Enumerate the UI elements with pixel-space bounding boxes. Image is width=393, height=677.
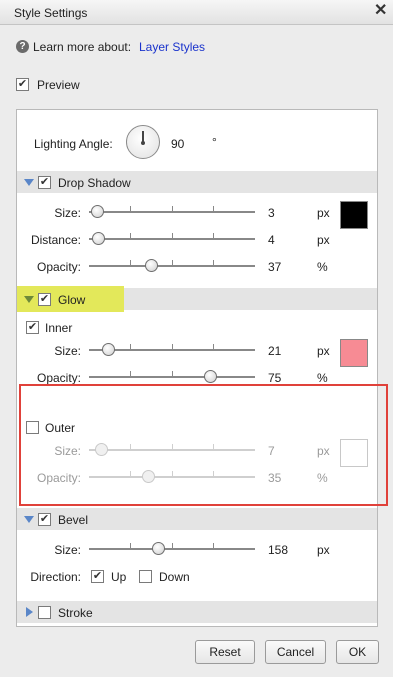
ds-size-label: Size: — [54, 206, 81, 220]
expand-arrow-icon[interactable] — [24, 516, 34, 523]
settings-panel: Lighting Angle: 90 ° Drop Shadow Size: 3… — [16, 109, 378, 627]
slider-tick — [130, 344, 131, 350]
lighting-angle-value[interactable]: 90 — [171, 137, 184, 151]
ds-distance-label: Distance: — [30, 233, 81, 247]
learn-more-text: Learn more about: — [33, 40, 132, 54]
inner-size-unit: px — [317, 344, 330, 358]
ds-distance-value[interactable]: 4 — [268, 233, 275, 247]
direction-up-label: Up — [111, 570, 127, 584]
stroke-header[interactable]: Stroke — [17, 601, 377, 623]
drop-shadow-title: Drop Shadow — [58, 176, 131, 190]
inner-size-value[interactable]: 21 — [268, 344, 281, 358]
inner-opacity-thumb[interactable] — [204, 370, 217, 383]
expand-arrow-icon[interactable] — [24, 179, 34, 186]
degree-symbol: ° — [212, 135, 217, 149]
drop-shadow-header[interactable]: Drop Shadow — [17, 171, 377, 193]
slider-tick — [213, 233, 214, 239]
inner-glow-label: Inner — [45, 321, 73, 335]
stroke-checkbox[interactable] — [38, 606, 51, 619]
direction-down-label: Down — [159, 570, 190, 584]
slider-tick — [130, 206, 131, 212]
ds-size-unit: px — [317, 206, 330, 220]
stroke-title: Stroke — [58, 606, 93, 620]
slider-tick — [172, 371, 173, 377]
inner-opacity-value[interactable]: 75 — [268, 371, 281, 385]
inner-glow-checkbox[interactable] — [26, 321, 39, 334]
inner-opacity-unit: % — [317, 371, 328, 385]
expand-arrow-icon[interactable] — [24, 296, 34, 303]
preview-label: Preview — [37, 78, 80, 92]
slider-tick — [172, 206, 173, 212]
slider-tick — [172, 233, 173, 239]
slider-tick — [213, 260, 214, 266]
slider-tick — [213, 344, 214, 350]
slider-tick — [213, 543, 214, 549]
bevel-size-value[interactable]: 158 — [268, 543, 288, 557]
inner-size-thumb[interactable] — [102, 343, 115, 356]
lighting-angle-label: Lighting Angle: — [34, 137, 113, 151]
ds-size-thumb[interactable] — [91, 205, 104, 218]
ds-distance-unit: px — [317, 233, 330, 247]
ds-opacity-value[interactable]: 37 — [268, 260, 281, 274]
slider-tick — [172, 344, 173, 350]
slider-tick — [172, 260, 173, 266]
slider-tick — [130, 260, 131, 266]
ok-button[interactable]: OK — [336, 640, 379, 664]
direction-down-checkbox[interactable] — [139, 570, 152, 583]
ds-color-swatch[interactable] — [340, 201, 368, 229]
glow-title: Glow — [58, 293, 86, 307]
close-icon[interactable]: ✕ — [374, 2, 387, 20]
ds-opacity-label: Opacity: — [36, 260, 81, 274]
slider-tick — [130, 233, 131, 239]
slider-tick — [213, 206, 214, 212]
bevel-size-thumb[interactable] — [152, 542, 165, 555]
collapse-arrow-icon[interactable] — [26, 607, 33, 617]
layer-styles-link[interactable]: Layer Styles — [139, 40, 205, 54]
ds-opacity-thumb[interactable] — [145, 259, 158, 272]
bevel-title: Bevel — [58, 513, 89, 527]
preview-checkbox[interactable] — [16, 78, 29, 91]
lighting-angle-dial[interactable] — [126, 125, 160, 159]
drop-shadow-checkbox[interactable] — [38, 176, 51, 189]
direction-up-checkbox[interactable] — [91, 570, 104, 583]
help-icon: ? — [16, 40, 29, 53]
inner-glow-color-swatch[interactable] — [340, 339, 368, 367]
window-title: Style Settings — [14, 6, 88, 20]
ds-distance-thumb[interactable] — [92, 232, 105, 245]
bevel-header[interactable]: Bevel — [17, 508, 377, 530]
inner-size-label: Size: — [54, 344, 81, 358]
bevel-direction-label: Direction: — [30, 570, 81, 584]
slider-tick — [130, 371, 131, 377]
inner-opacity-label: Opacity: — [36, 371, 81, 385]
glow-checkbox[interactable] — [38, 293, 51, 306]
ds-size-value[interactable]: 3 — [268, 206, 275, 220]
bevel-size-label: Size: — [54, 543, 81, 557]
annotation-box — [19, 384, 388, 506]
ds-opacity-unit: % — [317, 260, 328, 274]
reset-button[interactable]: Reset — [195, 640, 255, 664]
slider-tick — [172, 543, 173, 549]
slider-tick — [130, 543, 131, 549]
bevel-checkbox[interactable] — [38, 513, 51, 526]
cancel-button[interactable]: Cancel — [265, 640, 326, 664]
bevel-size-unit: px — [317, 543, 330, 557]
